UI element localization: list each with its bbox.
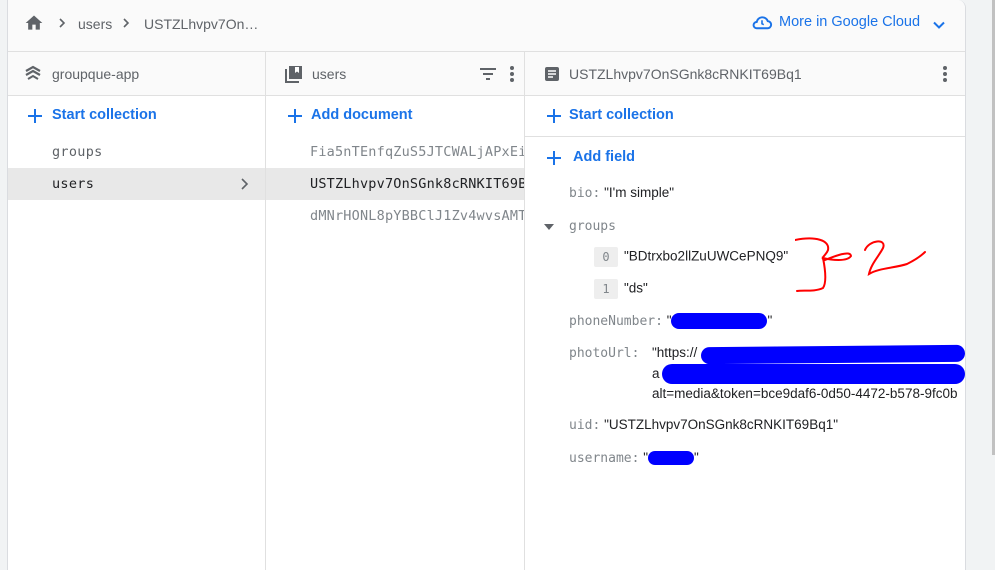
- redaction-mark: [671, 313, 768, 330]
- filter-icon[interactable]: [478, 64, 498, 84]
- start-subcollection-button[interactable]: Start collection: [525, 96, 965, 136]
- document-icon: [545, 67, 559, 81]
- collection-item-users[interactable]: users: [8, 168, 265, 200]
- page-scrollbar[interactable]: [966, 0, 995, 570]
- chevron-down-icon[interactable]: [931, 17, 947, 33]
- field-phone-number[interactable]: phoneNumber: " ": [569, 313, 773, 330]
- collection-panel-header: users: [266, 52, 524, 96]
- document-panel: USTZLhvpv7OnSGnk8cRNKIT69Bq1 Start colle…: [525, 52, 965, 570]
- chevron-right-icon: [123, 18, 130, 28]
- root-panel: groupque-app Start collection groups use…: [8, 52, 266, 570]
- more-in-google-cloud-button[interactable]: More in Google Cloud: [751, 14, 920, 30]
- field-value: alt=media&token=bce9daf6-0d50-4472-b578-…: [652, 386, 958, 401]
- photo-url-line-3: alt=media&token=bce9daf6-0d50-4472-b578-…: [652, 386, 965, 401]
- start-collection-button[interactable]: Start collection: [8, 96, 265, 136]
- plus-icon: [547, 109, 561, 123]
- field-key: photoUrl:: [569, 346, 640, 361]
- field-value: a: [652, 366, 660, 381]
- field-value: "USTZLhvpv7OnSGnk8cRNKIT69Bq1": [604, 417, 839, 432]
- field-value-close-quote: ": [767, 313, 773, 328]
- collection-name: users: [52, 176, 95, 192]
- array-item[interactable]: 1 "ds": [594, 279, 648, 299]
- document-title: USTZLhvpv7OnSGnk8cRNKIT69Bq1: [569, 66, 802, 82]
- field-groups[interactable]: groups: [569, 218, 616, 234]
- array-value: "BDtrxbo2llZuUWCePNQ9": [624, 248, 789, 264]
- add-document-label: Add document: [311, 107, 413, 123]
- array-index: 0: [594, 247, 618, 267]
- more-vert-icon[interactable]: [935, 64, 955, 84]
- field-photo-url[interactable]: photoUrl:: [569, 345, 639, 361]
- add-document-button[interactable]: Add document: [266, 96, 524, 136]
- plus-icon: [288, 109, 302, 123]
- plus-icon: [547, 151, 561, 165]
- document-item-selected[interactable]: USTZLhvpv7OnSGnk8cRNKIT69Bq1: [266, 168, 524, 200]
- field-value: "I'm simple": [604, 185, 674, 200]
- collection-name: groups: [52, 144, 103, 160]
- array-item[interactable]: 0 "BDtrxbo2llZuUWCePNQ9": [594, 247, 788, 267]
- field-uid[interactable]: uid: "USTZLhvpv7OnSGnk8cRNKIT69Bq1": [569, 417, 838, 433]
- more-in-google-cloud-label: More in Google Cloud: [779, 14, 921, 30]
- breadcrumb-item-users[interactable]: users: [78, 16, 112, 32]
- field-value-close-quote: ": [694, 450, 699, 465]
- plus-icon: [28, 109, 42, 123]
- field-key: bio:: [569, 186, 601, 201]
- chevron-right-icon: [59, 18, 66, 28]
- firestore-icon: [25, 65, 41, 80]
- project-name: groupque-app: [52, 66, 140, 82]
- field-key: username:: [569, 451, 640, 466]
- firestore-data-card: users USTZLhvpv7On… More in Google Cloud…: [7, 0, 966, 570]
- chevron-right-icon: [241, 178, 249, 190]
- collection-panel: users Add document Fia5nTEnfqZuS5JTCWALj…: [266, 52, 525, 570]
- collection-item-groups[interactable]: groups: [8, 136, 265, 168]
- breadcrumb-item-document[interactable]: USTZLhvpv7On…: [144, 16, 258, 32]
- array-value: "ds": [624, 280, 648, 296]
- collection-title: users: [312, 66, 347, 82]
- cloud-icon: [752, 16, 773, 30]
- breadcrumb-bar: users USTZLhvpv7On… More in Google Cloud: [8, 0, 965, 52]
- field-value: "https://: [652, 345, 698, 360]
- redaction-mark: [648, 451, 695, 466]
- more-vert-icon[interactable]: [502, 64, 522, 84]
- document-id: dMNrHONL8pYBBClJ1Zv4wvsAMT: [310, 208, 525, 224]
- photo-url-line-2: a: [652, 366, 660, 381]
- document-panel-header: USTZLhvpv7OnSGnk8cRNKIT69Bq1: [525, 52, 965, 96]
- redaction-mark: [662, 364, 965, 384]
- root-panel-header: groupque-app: [8, 52, 265, 96]
- field-username[interactable]: username: " ": [569, 450, 699, 466]
- start-collection-label: Start collection: [52, 107, 157, 123]
- field-bio[interactable]: bio: "I'm simple": [569, 185, 674, 201]
- collection-icon: [285, 66, 302, 83]
- document-id: USTZLhvpv7OnSGnk8cRNKIT69Bq1: [310, 176, 525, 192]
- array-index: 1: [594, 279, 618, 299]
- document-item[interactable]: dMNrHONL8pYBBClJ1Zv4wvsAMT: [266, 200, 524, 232]
- field-key: uid:: [569, 418, 601, 433]
- start-collection-label: Start collection: [569, 107, 674, 123]
- field-key: groups: [569, 219, 616, 234]
- redaction-mark: [700, 344, 966, 365]
- add-field-button[interactable]: Add field: [525, 137, 965, 177]
- add-field-label: Add field: [573, 149, 636, 165]
- document-item[interactable]: Fia5nTEnfqZuS5JTCWALjAPxEi: [266, 136, 524, 168]
- home-icon[interactable]: [24, 13, 44, 33]
- field-key: phoneNumber:: [569, 314, 663, 329]
- document-id: Fia5nTEnfqZuS5JTCWALjAPxEi: [310, 144, 525, 160]
- collapse-arrow-icon[interactable]: [544, 223, 554, 231]
